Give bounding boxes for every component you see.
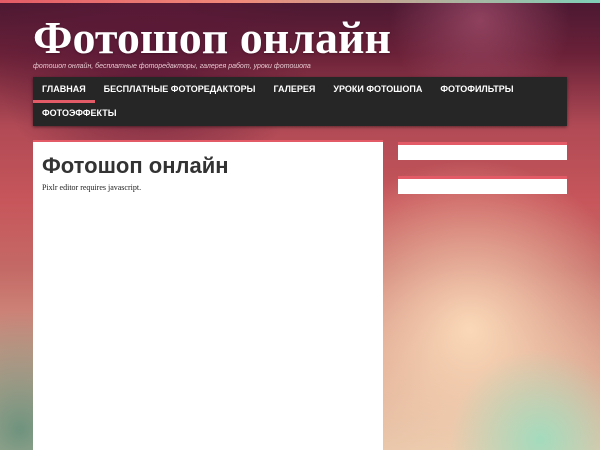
site-title[interactable]: Фотошоп онлайн bbox=[33, 10, 568, 66]
main-content: Фотошоп онлайн Pixlr editor requires jav… bbox=[33, 140, 383, 450]
sidebar-widget-2 bbox=[398, 176, 567, 194]
nav-item-home[interactable]: ГЛАВНАЯ bbox=[33, 77, 95, 103]
post-body: Pixlr editor requires javascript. bbox=[42, 183, 142, 192]
site-header: Фотошоп онлайн фотошоп онлайн, бесплатны… bbox=[33, 10, 568, 70]
main-navigation: ГЛАВНАЯ БЕСПЛАТНЫЕ ФОТОРЕДАКТОРЫ ГАЛЕРЕЯ… bbox=[33, 77, 567, 126]
site-description: фотошоп онлайн, бесплатные фоторедакторы… bbox=[33, 63, 311, 70]
nav-item-gallery[interactable]: ГАЛЕРЕЯ bbox=[264, 77, 324, 101]
sidebar-widget-1 bbox=[398, 142, 567, 160]
nav-item-free-photo-editors[interactable]: БЕСПЛАТНЫЕ ФОТОРЕДАКТОРЫ bbox=[95, 77, 265, 101]
nav-item-photo-filters[interactable]: ФОТОФИЛЬТРЫ bbox=[431, 77, 522, 101]
nav-item-photoshop-lessons[interactable]: УРОКИ ФОТОШОПА bbox=[324, 77, 431, 101]
top-accent-strip bbox=[0, 0, 600, 3]
nav-row-2: ФОТОЭФФЕКТЫ bbox=[33, 101, 567, 125]
post-title: Фотошоп онлайн bbox=[42, 153, 229, 178]
nav-item-photo-effects[interactable]: ФОТОЭФФЕКТЫ bbox=[33, 101, 126, 125]
nav-row-1: ГЛАВНАЯ БЕСПЛАТНЫЕ ФОТОРЕДАКТОРЫ ГАЛЕРЕЯ… bbox=[33, 77, 567, 103]
